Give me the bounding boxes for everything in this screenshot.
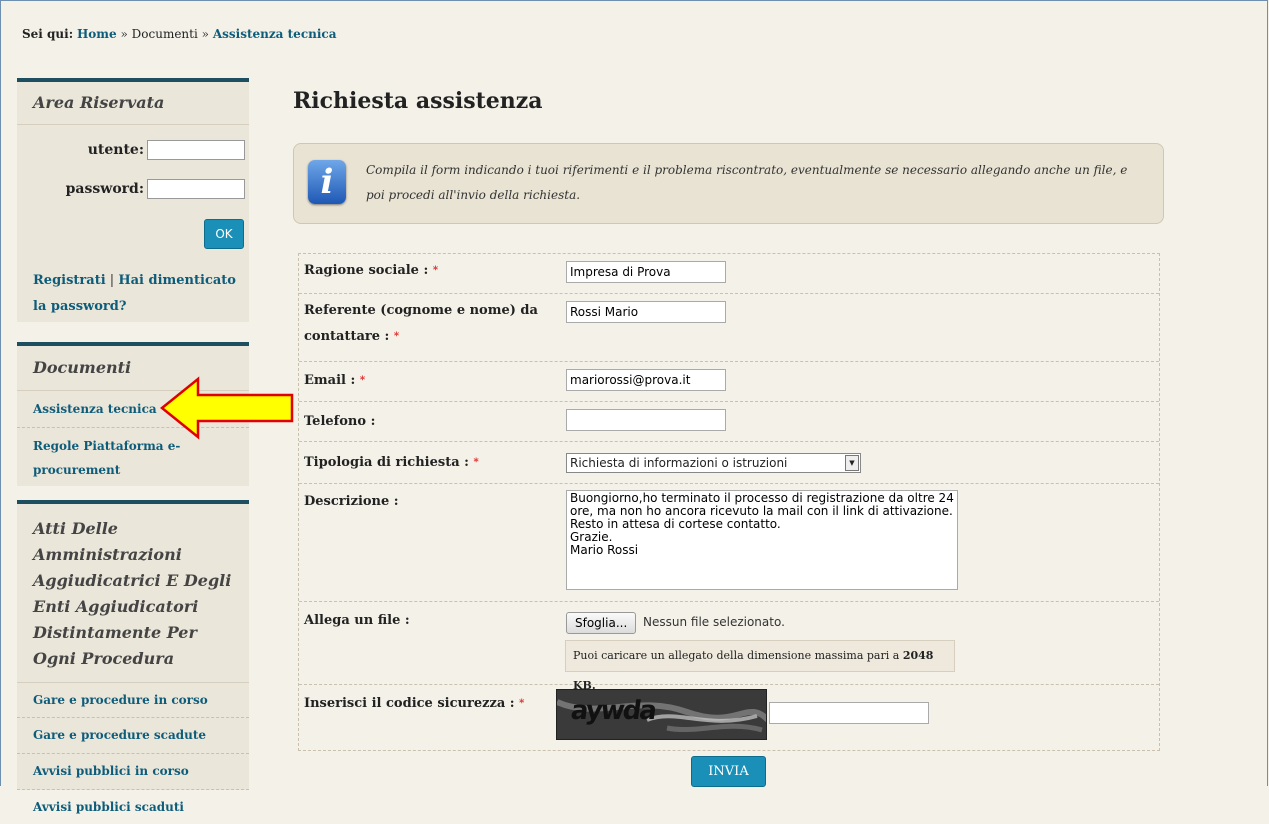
info-box: i Compila il form indicando i tuoi rifer… xyxy=(293,143,1164,224)
row-allega-file: Allega un file : Sfoglia... Nessun file … xyxy=(299,602,1159,692)
nav-avvisi-in-corso[interactable]: Avvisi pubblici in corso xyxy=(17,754,249,790)
row-tipologia: Tipologia di richiesta : * Richiesta di … xyxy=(299,442,1159,484)
required-mark: * xyxy=(393,331,400,342)
row-descrizione: Descrizione : Buongiorno,ho terminato il… xyxy=(299,484,1159,602)
row-telefono: Telefono : xyxy=(299,402,1159,442)
nav-avvisi-scaduti[interactable]: Avvisi pubblici scaduti xyxy=(17,790,249,824)
breadcrumb: Sei qui: Home » Documenti » Assistenza t… xyxy=(22,27,336,41)
tipologia-selected-value: Richiesta di informazioni o istruzioni xyxy=(570,456,788,470)
ragione-sociale-label: Ragione sociale : * xyxy=(304,263,439,278)
row-ragione-sociale: Ragione sociale : * xyxy=(299,254,1159,294)
captcha-input[interactable] xyxy=(769,702,929,724)
password-input[interactable] xyxy=(147,179,245,199)
atti-box: Atti Delle Amministrazioni Aggiudicatric… xyxy=(17,500,249,814)
referente-label: Referente (cognome e nome) da contattare… xyxy=(304,303,538,344)
captcha-image: aywda xyxy=(556,689,767,740)
email-input[interactable] xyxy=(566,369,726,391)
login-box: Area Riservata utente: password: OK Regi… xyxy=(17,78,249,322)
username-input[interactable] xyxy=(147,140,245,160)
login-ok-button[interactable]: OK xyxy=(204,219,244,249)
referente-input[interactable] xyxy=(566,301,726,323)
tipologia-label: Tipologia di richiesta : * xyxy=(304,455,479,470)
breadcrumb-label: Sei qui: xyxy=(22,27,74,41)
link-separator: | xyxy=(109,273,115,288)
password-row: password: xyxy=(66,179,245,199)
file-size-hint: Puoi caricare un allegato della dimensio… xyxy=(565,640,955,692)
register-link[interactable]: Registrati xyxy=(33,273,106,288)
breadcrumb-home[interactable]: Home xyxy=(77,27,117,41)
telefono-label: Telefono : xyxy=(304,414,376,429)
telefono-input[interactable] xyxy=(566,409,726,431)
username-label: utente: xyxy=(87,142,144,158)
info-text: Compila il form indicando i tuoi riferim… xyxy=(366,163,1128,202)
username-row: utente: xyxy=(88,140,245,160)
breadcrumb-current[interactable]: Assistenza tecnica xyxy=(213,27,337,41)
dropdown-arrow-icon[interactable]: ▼ xyxy=(845,455,859,471)
breadcrumb-separator: » xyxy=(120,27,128,41)
ragione-sociale-input[interactable] xyxy=(566,261,726,283)
breadcrumb-separator: » xyxy=(201,27,209,41)
required-mark: * xyxy=(473,457,479,468)
login-title: Area Riservata xyxy=(17,82,249,125)
row-captcha: Inserisci il codice sicurezza : * aywda xyxy=(299,685,1159,751)
file-status: Nessun file selezionato. xyxy=(643,615,785,629)
login-links: Registrati | Hai dimenticato la password… xyxy=(33,268,243,320)
descrizione-label: Descrizione : xyxy=(304,494,399,509)
allega-label: Allega un file : xyxy=(304,613,410,628)
required-mark: * xyxy=(519,698,525,709)
email-label: Email : * xyxy=(304,373,366,388)
breadcrumb-documenti: Documenti xyxy=(131,27,198,41)
nav-gare-scadute[interactable]: Gare e procedure scadute xyxy=(17,718,249,754)
required-mark: * xyxy=(359,375,366,386)
assistance-form: Ragione sociale : * Referente (cognome e… xyxy=(298,253,1160,751)
browse-file-button[interactable]: Sfoglia... xyxy=(566,612,637,634)
captcha-label: Inserisci il codice sicurezza : * xyxy=(304,696,525,711)
send-button[interactable]: INVIA xyxy=(691,756,766,787)
annotation-arrow-icon xyxy=(160,376,294,440)
descrizione-textarea[interactable]: Buongiorno,ho terminato il processo di r… xyxy=(566,490,958,590)
row-email: Email : * xyxy=(299,362,1159,402)
nav-gare-in-corso[interactable]: Gare e procedure in corso xyxy=(17,683,249,718)
password-label: password: xyxy=(65,181,144,197)
info-icon: i xyxy=(308,160,346,204)
tipologia-select[interactable]: Richiesta di informazioni o istruzioni ▼ xyxy=(566,453,861,473)
row-referente: Referente (cognome e nome) da contattare… xyxy=(299,294,1159,362)
required-mark: * xyxy=(432,265,439,276)
captcha-text: aywda xyxy=(568,696,657,726)
atti-title: Atti Delle Amministrazioni Aggiudicatric… xyxy=(17,504,249,683)
page-title: Richiesta assistenza xyxy=(293,88,543,114)
